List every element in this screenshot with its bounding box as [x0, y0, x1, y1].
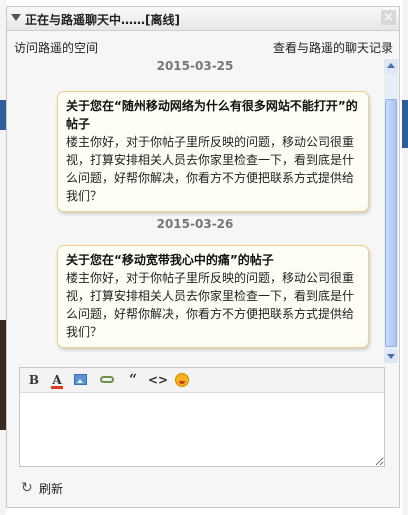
message-date: 2015-03-26: [156, 217, 234, 231]
emoji-button[interactable]: [173, 372, 191, 388]
message-editor: B A “ <>: [19, 367, 385, 467]
link-icon: [100, 376, 114, 383]
message-scrollbar[interactable]: [384, 59, 398, 363]
refresh-icon: ↻: [21, 480, 33, 496]
background-page-right: [402, 0, 408, 515]
message-bubble: 关于您在“随州移动网络为什么有很多网站不能打开”的帖子 楼主你好，对于你帖子里所…: [57, 91, 369, 212]
refresh-label: 刷新: [39, 482, 64, 496]
emoji-icon: [175, 373, 189, 387]
editor-toolbar: B A “ <>: [20, 368, 384, 393]
scroll-down-arrow-icon[interactable]: [384, 349, 398, 363]
font-color-button[interactable]: A: [48, 372, 66, 389]
visit-space-link[interactable]: 访问路遥的空间: [14, 39, 98, 56]
close-icon[interactable]: ×: [381, 10, 396, 25]
font-color-label: A: [52, 373, 62, 387]
message-body: 楼主你好，对于你帖子里所反映的问题，移动公司很重视，打算安排相关人员去你家里检查…: [66, 271, 355, 339]
insert-link-button[interactable]: [99, 372, 117, 388]
message-input[interactable]: [20, 393, 384, 466]
message-list[interactable]: 2015-03-25 关于您在“随州移动网络为什么有很多网站不能打开”的帖子 楼…: [7, 59, 383, 363]
message-title: 关于您在“随州移动网络为什么有很多网站不能打开”的帖子: [66, 99, 358, 131]
chat-links-row: 访问路遥的空间 查看与路遥的聊天记录: [7, 35, 399, 57]
collapse-triangle-icon[interactable]: [11, 14, 21, 21]
color-bar-icon: [51, 386, 63, 389]
chat-title: 正在与路遥聊天中……[离线]: [25, 13, 180, 27]
image-icon: [74, 374, 87, 385]
message-body: 楼主你好，对于你帖子里所反映的问题，移动公司很重视，打算安排相关人员去你家里检查…: [66, 135, 355, 203]
message-bubble: 关于您在“移动宽带我心中的痛”的帖子 楼主你好，对于你帖子里所反映的问题，移动公…: [57, 245, 369, 348]
scroll-up-arrow-icon[interactable]: [384, 59, 398, 73]
view-chat-history-link[interactable]: 查看与路遥的聊天记录: [273, 39, 393, 56]
chat-window: 正在与路遥聊天中……[离线] × 访问路遥的空间 查看与路遥的聊天记录 2015…: [6, 6, 400, 508]
quote-button[interactable]: “: [124, 372, 142, 388]
message-title: 关于您在“移动宽带我心中的痛”的帖子: [66, 253, 274, 267]
insert-image-button[interactable]: [72, 372, 90, 388]
background-nav-strip: [402, 100, 408, 148]
message-date: 2015-03-25: [156, 59, 234, 73]
code-button[interactable]: <>: [148, 372, 168, 388]
chat-title-bar[interactable]: 正在与路遥聊天中……[离线] ×: [7, 7, 399, 31]
scrollbar-thumb[interactable]: [385, 99, 397, 347]
bold-button[interactable]: B: [25, 372, 43, 388]
